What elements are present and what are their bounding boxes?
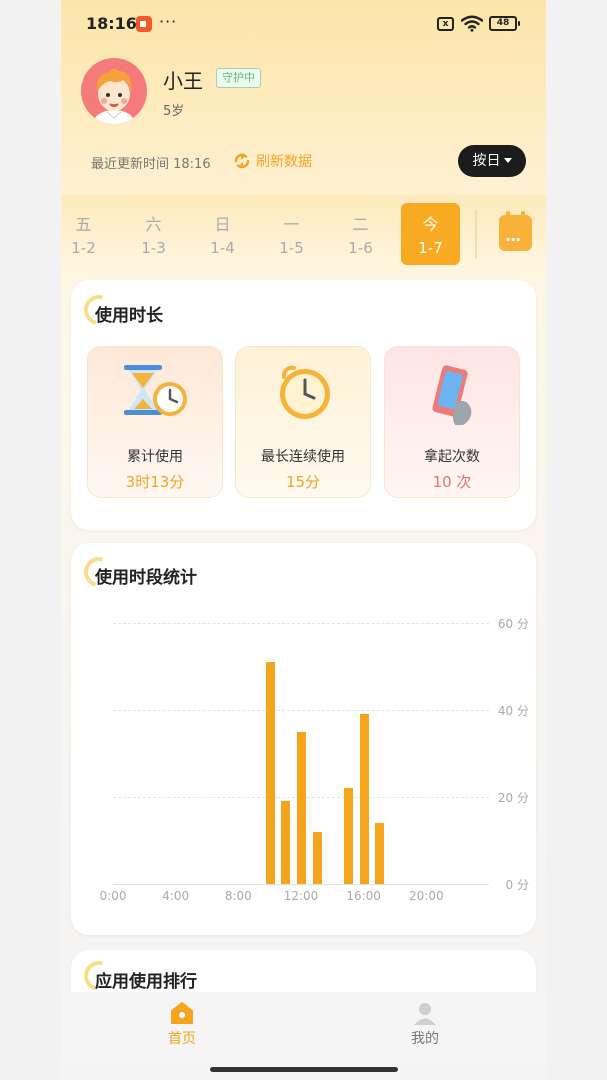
date-tab-1-4[interactable]: 日 1-4 [193,203,252,265]
date-divider [475,210,477,258]
usage-bar[interactable] [265,662,275,884]
stat-label: 累计使用 [127,449,183,465]
child-face-icon [94,68,134,124]
usage-bar[interactable] [375,823,385,884]
stat-label: 拿起次数 [424,449,480,465]
y-axis-tick: 0 分 [505,878,529,892]
date-weekday: 二 [352,215,369,234]
more-notifications-icon: ··· [159,12,178,31]
status-time: 18:16 [86,14,137,33]
x-axis-tick: 8:00 [224,889,252,903]
hourglass-clock-icon [124,365,187,416]
usage-period-card: 使用时段统计 60 分 40 分 20 分0 分 0:00 4:00 8:00 12:00 1… [71,543,536,935]
usage-duration-card: 使用时长 累计使用 3时13分 最长连续使用 15分 拿起次数 10 次 [71,280,536,530]
last-updated-text: 最近更新时间 18:16 [91,157,211,172]
date-weekday: 日 [214,215,231,234]
refresh-label: 刷新数据 [256,154,312,170]
chart-gridline [113,710,489,711]
date-day: 1-3 [141,239,166,257]
screen-record-icon [136,16,152,32]
nav-home[interactable]: 首页 [152,1000,212,1048]
guard-status-badge: 守护中 [216,68,261,88]
usage-bar[interactable] [281,801,291,884]
usage-card-title: 使用时长 [95,306,163,326]
date-tab-1-2[interactable]: 五 1-2 [61,203,113,265]
x-axis-tick: 4:00 [162,889,190,903]
date-tab-today[interactable]: 今 1-7 [401,203,460,265]
refresh-icon [234,153,250,169]
y-axis-tick: 40 分 [497,704,529,718]
stat-value: 10 次 [432,473,472,491]
home-icon [171,1002,193,1024]
ranking-card-title: 应用使用排行 [95,972,197,992]
total-usage-stat[interactable]: 累计使用 3时13分 [87,346,223,498]
x-axis-tick: 12:00 [283,889,319,903]
usage-bar[interactable] [312,831,322,884]
usage-bar[interactable] [359,714,369,884]
date-weekday: 今 [422,215,439,234]
date-tab-1-6[interactable]: 二 1-6 [331,203,390,265]
date-weekday: 五 [75,215,92,234]
phone-in-hand-icon [432,365,472,425]
view-mode-dropdown[interactable]: 按日 [458,145,526,177]
y-axis-tick: 60 分 [497,617,529,631]
x-axis-tick: 16:00 [346,889,381,903]
usage-period-chart: 60 分 40 分 20 分 0 分 0:00 4:00 8:00 12:00 16:00 20:… [71,543,536,935]
date-day: 1-5 [279,239,304,257]
view-mode-label: 按日 [472,153,501,169]
longest-session-stat[interactable]: 最长连续使用 15分 [235,346,371,498]
y-axis-tick: 20 分 [497,791,529,805]
refresh-button[interactable]: 刷新数据 [233,151,312,171]
alarm-clock-icon [280,365,330,419]
app-screen: 18:16 ··· x 48 小王 守护中 5岁 最近更新时间 18:16 刷新… [61,0,546,1080]
date-day: 1-2 [71,239,96,257]
x-axis-tick: 20:00 [409,889,444,903]
date-tab-1-3[interactable]: 六 1-3 [124,203,183,265]
chart-gridline [113,623,489,624]
date-day: 1-7 [418,239,443,257]
stat-label: 最长连续使用 [261,449,345,465]
date-day: 1-6 [348,239,373,257]
date-tab-1-5[interactable]: 一 1-5 [262,203,321,265]
calendar-button[interactable]: ··· [499,211,532,251]
nav-profile[interactable]: 我的 [395,1000,455,1048]
profile-icon [414,1003,436,1025]
date-weekday: 一 [283,215,300,234]
usage-bar[interactable] [297,731,306,884]
bottom-nav: 首页 我的 [61,992,546,1062]
stat-value: 3时13分 [125,473,185,491]
battery-icon: 48 [489,16,520,31]
no-sim-icon: x [437,17,454,31]
nav-profile-label: 我的 [411,1031,439,1047]
date-day: 1-4 [210,239,235,257]
stat-value: 15分 [285,473,321,491]
pickup-count-stat[interactable]: 拿起次数 10 次 [384,346,520,498]
caret-down-icon [503,158,512,163]
chart-gridline [113,884,489,885]
child-name: 小王 [163,69,203,93]
wifi-icon [461,15,483,32]
child-age: 5岁 [163,104,185,119]
home-indicator [210,1067,398,1072]
calendar-icon: ··· [505,230,521,249]
nav-home-label: 首页 [168,1031,196,1047]
child-avatar[interactable] [81,58,147,124]
usage-bar[interactable] [344,788,353,884]
x-axis-tick: 0:00 [99,889,127,903]
date-weekday: 六 [145,215,162,234]
status-bar: 18:16 ··· x 48 [61,0,546,48]
date-selector: 五 1-2 六 1-3 日 1-4 一 1-5 二 1-6 今 1-7 [61,195,546,277]
